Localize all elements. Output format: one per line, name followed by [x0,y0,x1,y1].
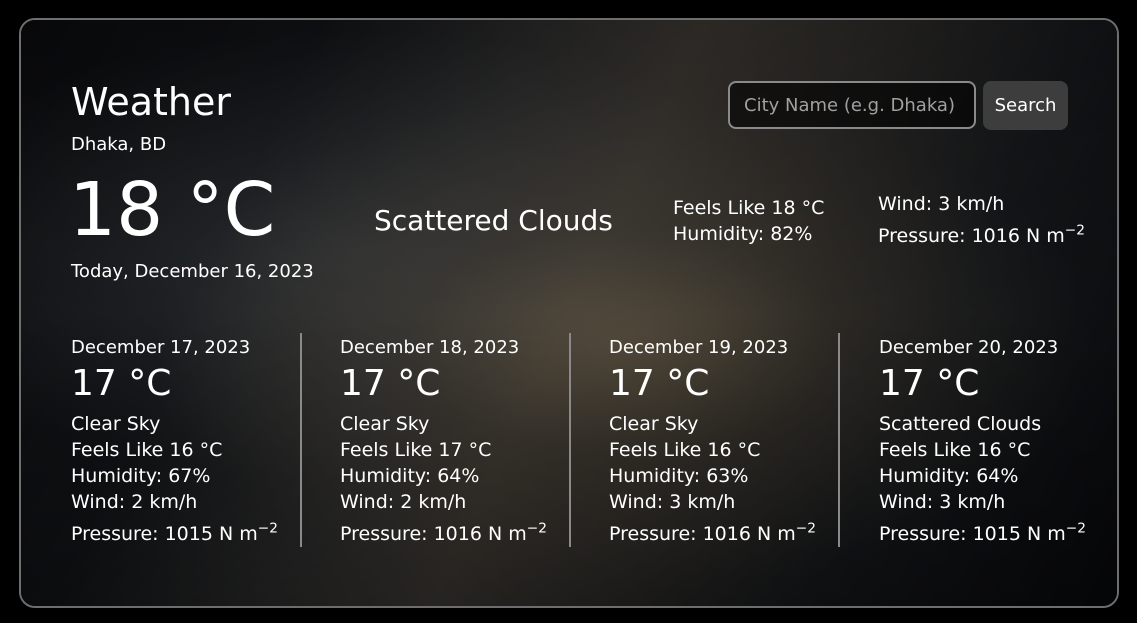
forecast-wind: Wind: 3 km/h [609,491,736,513]
weather-card: Weather Dhaka, BD 18 °C Today, December … [19,18,1119,608]
forecast-temperature: 17 °C [71,363,172,404]
current-temperature: 18 °C [69,167,276,253]
city-search-input[interactable] [728,81,976,129]
forecast-pressure-exponent: −2 [257,520,278,537]
current-location: Dhaka, BD [71,134,167,155]
forecast-wind: Wind: 3 km/h [879,491,1006,513]
forecast-pressure: Pressure: 1016 N m−2 [609,522,816,546]
forecast-pressure: Pressure: 1016 N m−2 [340,522,547,546]
forecast-feels-like: Feels Like 16 °C [609,439,761,461]
forecast-list: December 17, 2023 17 °C Clear Sky Feels … [71,333,1086,547]
forecast-date: December 18, 2023 [340,337,520,358]
forecast-day-1: December 17, 2023 17 °C Clear Sky Feels … [71,333,311,547]
forecast-feels-like: Feels Like 16 °C [71,439,223,461]
forecast-pressure-text: Pressure: 1015 N m [71,523,258,545]
app-title: Weather [71,80,231,124]
forecast-condition: Clear Sky [340,413,430,435]
forecast-condition: Clear Sky [609,413,699,435]
current-wind: Wind: 3 km/h [878,193,1005,215]
forecast-divider [300,333,302,547]
weather-content: Weather Dhaka, BD 18 °C Today, December … [21,20,1117,606]
forecast-humidity: Humidity: 63% [609,465,749,487]
forecast-divider [838,333,840,547]
forecast-day-3: December 19, 2023 17 °C Clear Sky Feels … [609,333,849,547]
forecast-pressure-exponent: −2 [795,520,816,537]
forecast-divider [569,333,571,547]
forecast-day-2: December 18, 2023 17 °C Clear Sky Feels … [340,333,580,547]
forecast-pressure-text: Pressure: 1016 N m [609,523,796,545]
forecast-pressure: Pressure: 1015 N m−2 [879,522,1086,546]
forecast-temperature: 17 °C [340,363,441,404]
forecast-condition: Clear Sky [71,413,161,435]
current-condition: Scattered Clouds [374,204,613,237]
current-date: Today, December 16, 2023 [71,261,314,282]
forecast-wind: Wind: 2 km/h [340,491,467,513]
forecast-feels-like: Feels Like 16 °C [879,439,1031,461]
current-feels-like: Feels Like 18 °C [673,197,825,219]
forecast-pressure-exponent: −2 [1065,520,1086,537]
forecast-wind: Wind: 2 km/h [71,491,198,513]
forecast-date: December 20, 2023 [879,337,1059,358]
forecast-date: December 17, 2023 [71,337,251,358]
current-pressure: Pressure: 1016 N m−2 [878,224,1085,248]
search-button[interactable]: Search [983,81,1068,130]
forecast-humidity: Humidity: 64% [879,465,1019,487]
forecast-pressure-text: Pressure: 1016 N m [340,523,527,545]
forecast-humidity: Humidity: 64% [340,465,480,487]
forecast-pressure-text: Pressure: 1015 N m [879,523,1066,545]
forecast-feels-like: Feels Like 17 °C [340,439,492,461]
current-pressure-text: Pressure: 1016 N m [878,225,1065,247]
current-humidity: Humidity: 82% [673,223,813,245]
forecast-condition: Scattered Clouds [879,413,1042,435]
forecast-humidity: Humidity: 67% [71,465,211,487]
forecast-date: December 19, 2023 [609,337,789,358]
forecast-pressure-exponent: −2 [526,520,547,537]
forecast-pressure: Pressure: 1015 N m−2 [71,522,278,546]
current-pressure-exponent: −2 [1064,222,1085,239]
forecast-day-4: December 20, 2023 17 °C Scattered Clouds… [879,333,1117,547]
forecast-temperature: 17 °C [879,363,980,404]
forecast-temperature: 17 °C [609,363,710,404]
